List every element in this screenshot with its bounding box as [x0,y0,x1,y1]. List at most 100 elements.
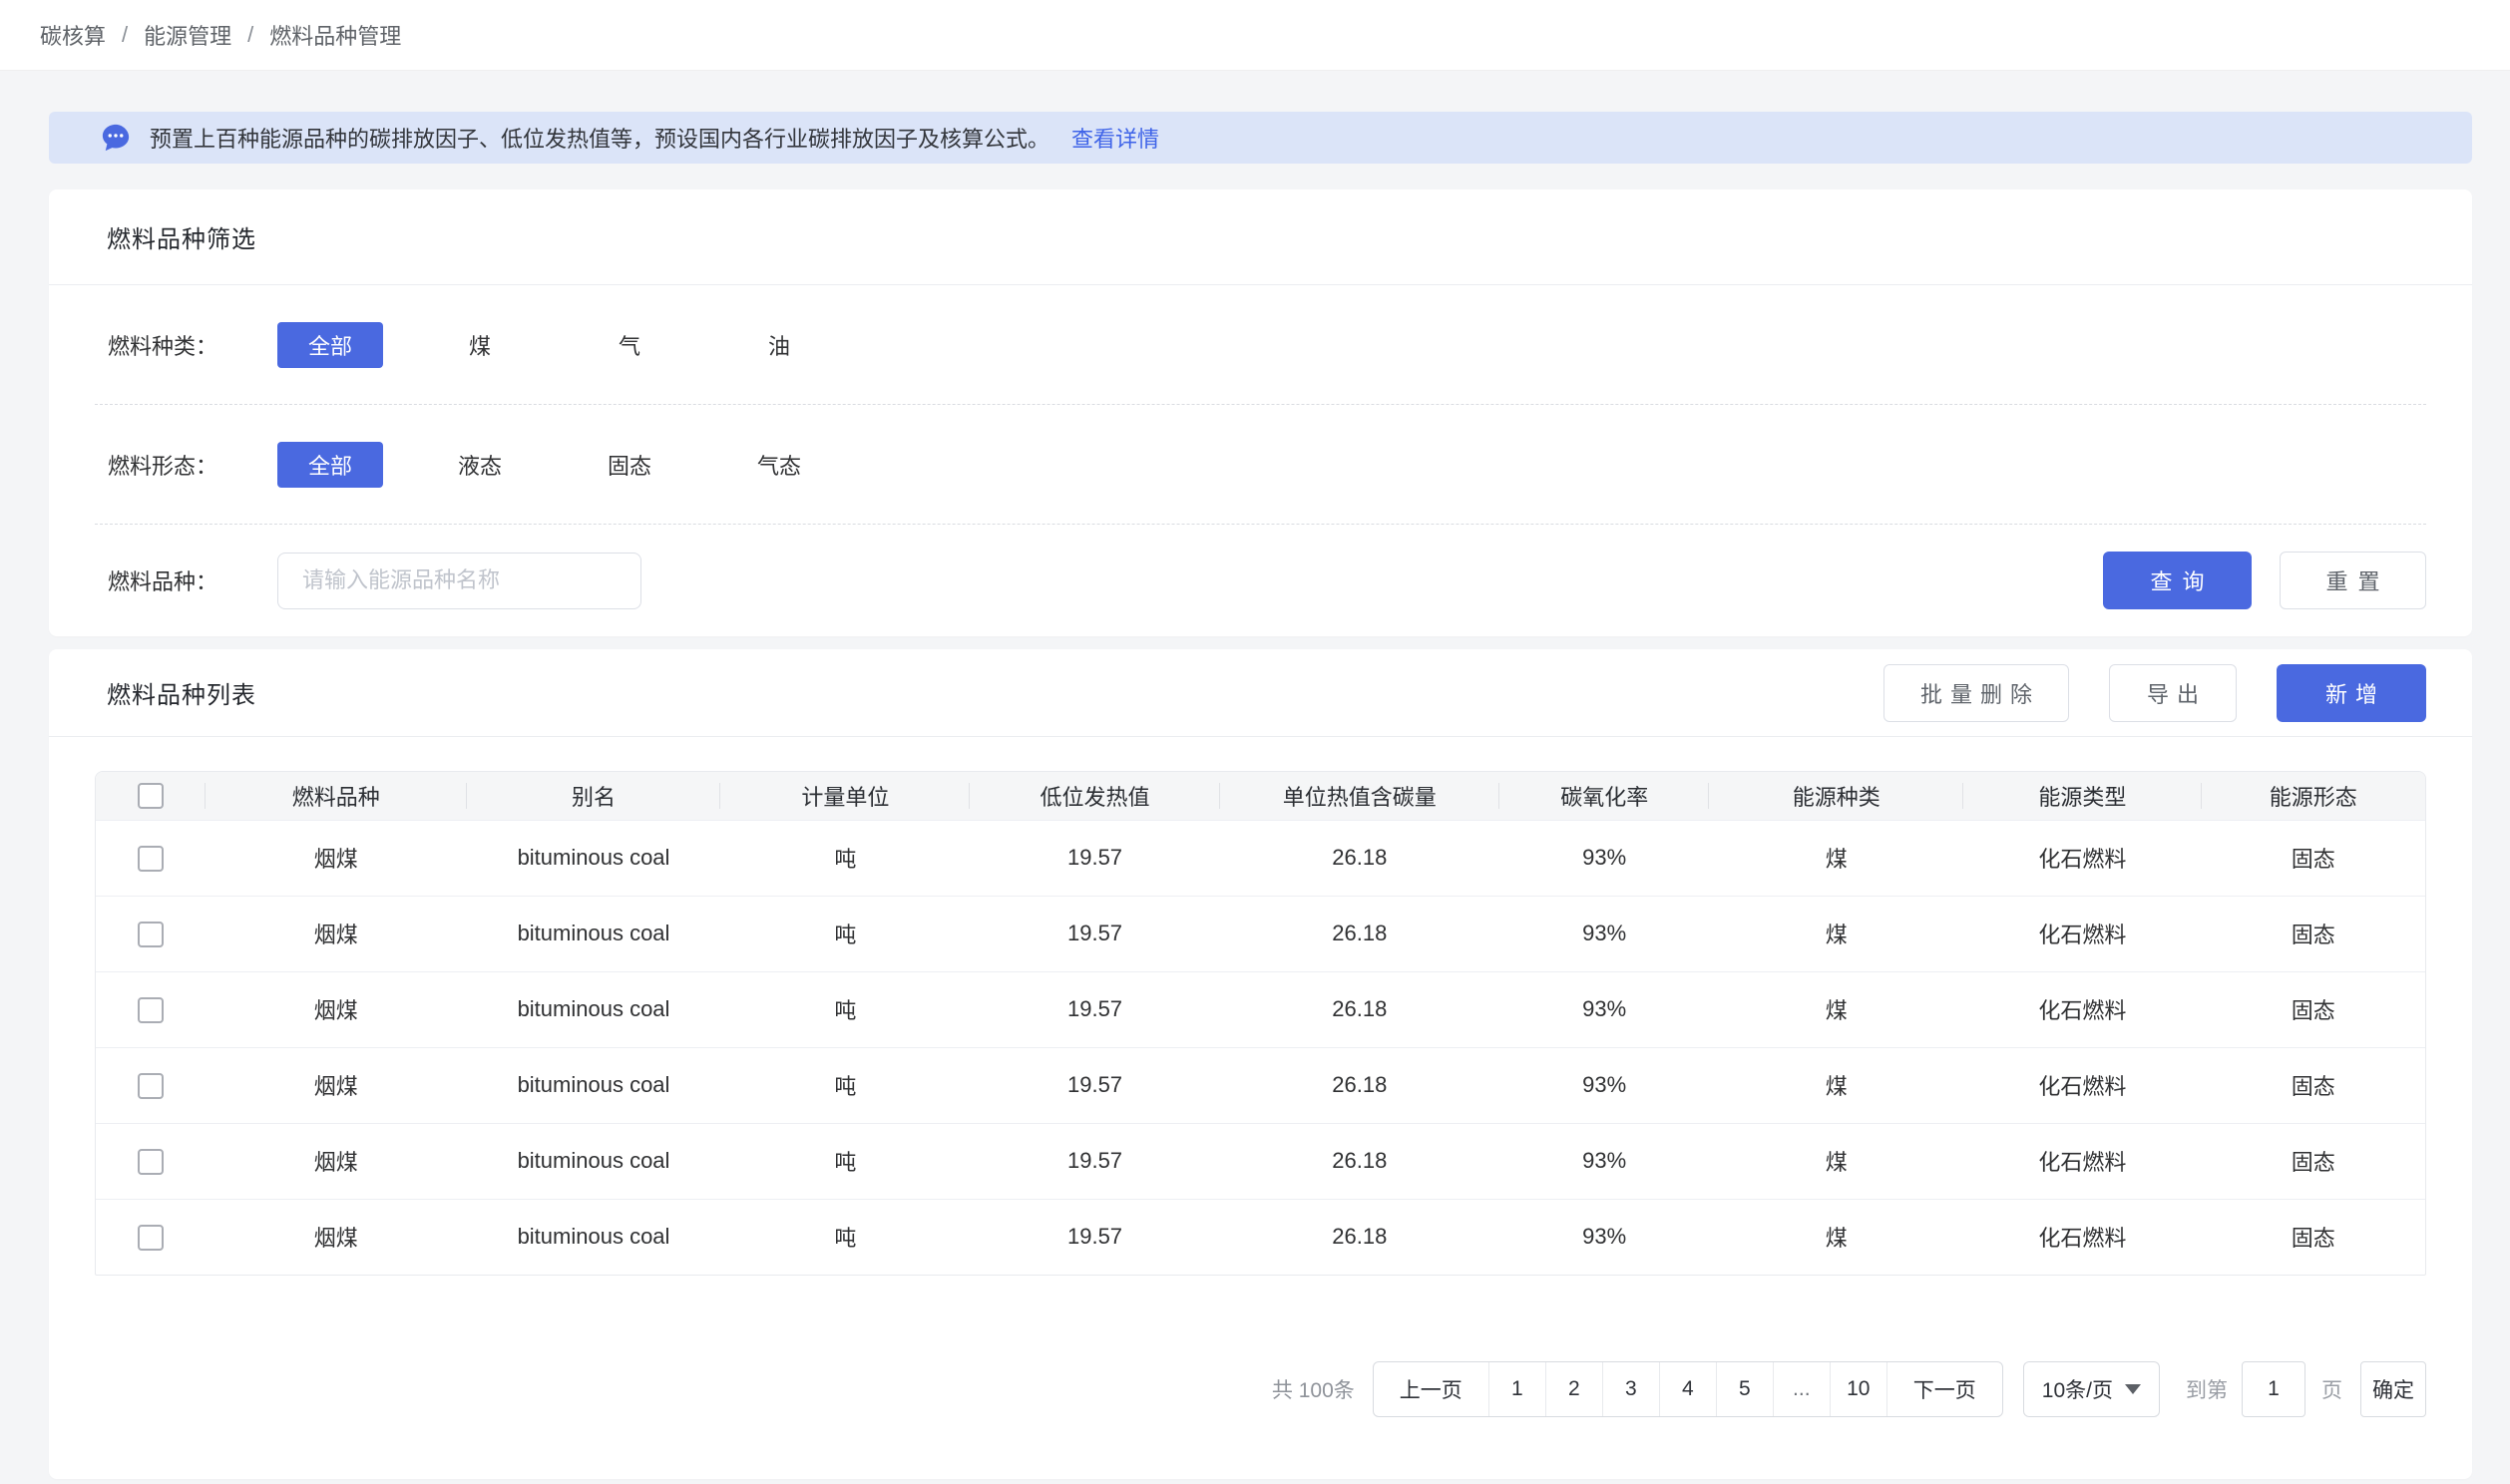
row-checkbox[interactable] [138,922,164,947]
page-content: 预置上百种能源品种的碳排放因子、低位发热值等，预设国内各行业碳排放因子及核算公式… [49,112,2472,1479]
page-number-3[interactable]: 3 [1602,1362,1659,1416]
table-row: 烟煤bituminous coal吨19.5726.1893%煤化石燃料固态 [96,1123,2425,1199]
table-cell: 26.18 [1220,1199,1499,1275]
table-cell: 93% [1499,820,1709,896]
row-checkbox[interactable] [138,1149,164,1175]
table-row: 烟煤bituminous coal吨19.5726.1893%煤化石燃料固态 [96,896,2425,971]
table-cell: 化石燃料 [1963,1123,2201,1199]
filter-card-title: 燃料品种筛选 [107,219,256,254]
fuel-name-filter-row: 燃料品种： 查询 重置 [95,525,2426,636]
breadcrumb-item-2[interactable]: 能源管理 [144,19,231,51]
header-cell: 燃料品种 [206,772,467,820]
row-checkbox[interactable] [138,1073,164,1099]
top-bar: 碳核算/能源管理/燃料品种管理 [0,0,2510,71]
add-button[interactable]: 新增 [2277,664,2426,722]
banner-text: 预置上百种能源品种的碳排放因子、低位发热值等，预设国内各行业碳排放因子及核算公式… [150,122,1049,154]
query-button[interactable]: 查询 [2103,552,2252,609]
page-number-10[interactable]: 10 [1830,1362,1886,1416]
table-cell: 19.57 [970,1047,1219,1123]
table-cell: 固态 [2202,971,2425,1047]
page-number-2[interactable]: 2 [1545,1362,1602,1416]
goto-page-input[interactable] [2242,1361,2305,1417]
table-cell: 26.18 [1220,1047,1499,1123]
goto-suffix: 页 [2321,1374,2342,1404]
cell-checkbox [96,820,206,896]
fuel-kind-options: 全部煤气油 [277,322,876,368]
fuel-form-options: 全部液态固态气态 [277,442,876,488]
view-details-link[interactable]: 查看详情 [1071,122,1159,154]
row-checkbox[interactable] [138,997,164,1023]
filter-card: 燃料品种筛选 燃料种类： 全部煤气油 燃料形态： 全部液态固态气态 燃料品种： … [49,189,2472,636]
fuel-table: 燃料品种别名计量单位低位发热值单位热值含碳量碳氧化率能源种类能源类型能源形态 烟… [95,771,2426,1276]
export-button[interactable]: 导出 [2109,664,2237,722]
table-cell: 煤 [1709,971,1963,1047]
table-cell: 19.57 [970,971,1219,1047]
table-cell: 19.57 [970,1199,1219,1275]
table-cell: bituminous coal [467,1123,721,1199]
filter-option[interactable]: 气态 [726,442,832,488]
table-cell: 吨 [720,1199,970,1275]
chevron-down-icon [2125,1384,2141,1394]
filter-option[interactable]: 煤 [427,322,533,368]
comment-icon [100,123,132,153]
table-cell: 煤 [1709,1199,1963,1275]
page-number-1[interactable]: 1 [1488,1362,1545,1416]
table-cell: 烟煤 [206,1199,467,1275]
table-cell: 吨 [720,896,970,971]
table-cell: 固态 [2202,1047,2425,1123]
table-cell: bituminous coal [467,971,721,1047]
row-checkbox[interactable] [138,1225,164,1251]
reset-button[interactable]: 重置 [2280,552,2426,609]
page-size-select[interactable]: 10条/页 [2023,1361,2160,1417]
fuel-name-input[interactable] [277,553,641,609]
table-cell: 93% [1499,1199,1709,1275]
filter-option[interactable]: 油 [726,322,832,368]
table-cell: 吨 [720,971,970,1047]
page-ellipsis[interactable]: ... [1773,1362,1830,1416]
filter-option[interactable]: 全部 [277,442,383,488]
table-cell: 93% [1499,1047,1709,1123]
table-cell: 吨 [720,1047,970,1123]
table-cell: 吨 [720,1123,970,1199]
table-cell: 煤 [1709,820,1963,896]
prev-page-button[interactable]: 上一页 [1374,1362,1488,1416]
breadcrumb-separator: / [247,22,253,48]
table-cell: 化石燃料 [1963,896,2201,971]
filter-option[interactable]: 液态 [427,442,533,488]
fuel-kind-filter-row: 燃料种类： 全部煤气油 [95,285,2426,405]
table-cell: 烟煤 [206,1123,467,1199]
filter-option[interactable]: 全部 [277,322,383,368]
table-cell: bituminous coal [467,896,721,971]
table-header: 燃料品种别名计量单位低位发热值单位热值含碳量碳氧化率能源种类能源类型能源形态 [96,772,2425,820]
header-cell: 别名 [467,772,721,820]
page-number-4[interactable]: 4 [1659,1362,1716,1416]
goto-prefix: 到第 [2186,1374,2228,1404]
cell-checkbox [96,971,206,1047]
filter-card-header: 燃料品种筛选 [49,189,2472,285]
filter-option[interactable]: 固态 [577,442,682,488]
filter-option[interactable]: 气 [577,322,682,368]
table-cell: 煤 [1709,1047,1963,1123]
page-number-5[interactable]: 5 [1716,1362,1773,1416]
table-cell: 煤 [1709,896,1963,971]
breadcrumb-item-1[interactable]: 碳核算 [40,19,106,51]
row-checkbox[interactable] [138,846,164,872]
header-cell: 计量单位 [720,772,970,820]
table-cell: 化石燃料 [1963,820,2201,896]
table-cell: 固态 [2202,1123,2425,1199]
next-page-button[interactable]: 下一页 [1886,1362,2002,1416]
batch-delete-button[interactable]: 批量删除 [1883,664,2069,722]
header-cell: 低位发热值 [970,772,1219,820]
table-cell: 19.57 [970,1123,1219,1199]
select-all-checkbox[interactable] [138,783,164,809]
cell-checkbox [96,896,206,971]
breadcrumb-item-3[interactable]: 燃料品种管理 [269,19,401,51]
confirm-button[interactable]: 确定 [2360,1361,2426,1417]
header-cell: 能源种类 [1709,772,1963,820]
table-cell: 26.18 [1220,1123,1499,1199]
table-cell: 化石燃料 [1963,971,2201,1047]
table-row: 烟煤bituminous coal吨19.5726.1893%煤化石燃料固态 [96,971,2425,1047]
table-cell: 固态 [2202,896,2425,971]
header-cell: 能源类型 [1963,772,2201,820]
table-cell: 19.57 [970,896,1219,971]
